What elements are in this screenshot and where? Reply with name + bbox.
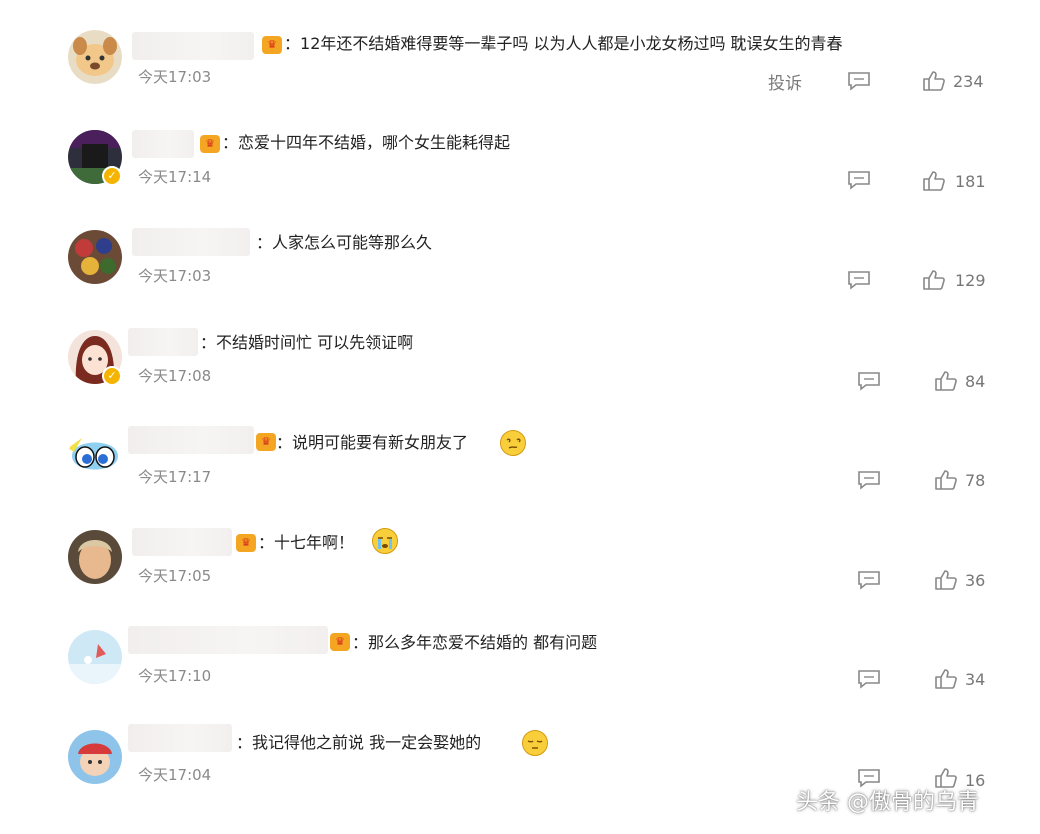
vip-crown-icon: ♛ (200, 135, 220, 153)
comment-time: 今天17:03 (138, 267, 212, 285)
like-count: 84 (965, 372, 986, 391)
like-count: 129 (955, 271, 986, 290)
comment-text: ：那么多年恋爱不结婚的 都有问题 (352, 633, 598, 652)
username-blurred[interactable] (128, 724, 232, 752)
reply-icon[interactable] (857, 470, 881, 490)
vip-crown-icon: ♛ (330, 633, 350, 651)
comment-text: ：我记得他之前说 我一定会娶她的 (236, 733, 482, 752)
username-blurred[interactable] (128, 626, 328, 654)
reply-icon[interactable] (857, 570, 881, 590)
user-avatar[interactable] (68, 230, 122, 284)
comment-item: ：我记得他之前说 我一定会娶她的 今天17:04 16 (0, 0, 1040, 790)
username-blurred[interactable] (132, 130, 194, 158)
reply-icon[interactable] (847, 270, 871, 290)
like-count: 78 (965, 471, 986, 490)
username-blurred[interactable] (128, 328, 198, 356)
comment-time: 今天17:17 (138, 468, 212, 486)
comment-text: ：不结婚时间忙 可以先领证啊 (200, 333, 414, 352)
dizzy-face-emoji-icon (500, 430, 526, 456)
comment-time: 今天17:10 (138, 667, 212, 685)
comment-time: 今天17:04 (138, 766, 212, 784)
verified-icon: ✓ (102, 166, 122, 186)
username-blurred[interactable] (132, 228, 250, 256)
user-avatar[interactable] (68, 730, 122, 784)
crying-face-emoji-icon (372, 528, 398, 554)
like-icon[interactable] (934, 469, 958, 491)
comment-time: 今天17:08 (138, 367, 212, 385)
like-icon[interactable] (922, 269, 946, 291)
reply-icon[interactable] (847, 170, 871, 190)
verified-icon: ✓ (102, 366, 122, 386)
like-count: 181 (955, 172, 986, 191)
like-icon[interactable] (922, 170, 946, 192)
vip-crown-icon: ♛ (256, 433, 276, 451)
comment-time: 今天17:05 (138, 567, 212, 585)
user-avatar[interactable] (68, 430, 122, 484)
like-icon[interactable] (934, 370, 958, 392)
comment-time: 今天17:14 (138, 168, 212, 186)
like-icon[interactable] (934, 668, 958, 690)
comment-text: ：人家怎么可能等那么久 (256, 233, 433, 252)
reply-icon[interactable] (857, 669, 881, 689)
username-blurred[interactable] (128, 426, 254, 454)
like-icon[interactable] (934, 569, 958, 591)
watermark-text: 头条 @傲骨的乌青 (796, 790, 979, 815)
like-count: 34 (965, 670, 986, 689)
user-avatar[interactable] (68, 630, 122, 684)
comment-text: ：说明可能要有新女朋友了 (276, 433, 469, 452)
like-count: 36 (965, 571, 986, 590)
vip-crown-icon: ♛ (236, 534, 256, 552)
username-blurred[interactable] (132, 528, 232, 556)
reply-icon[interactable] (857, 371, 881, 391)
sleepy-face-emoji-icon (522, 730, 548, 756)
comment-text: ：十七年啊！ (258, 533, 355, 552)
comment-text: ：恋爱十四年不结婚，哪个女生能耗得起 (222, 133, 511, 152)
user-avatar[interactable] (68, 530, 122, 584)
